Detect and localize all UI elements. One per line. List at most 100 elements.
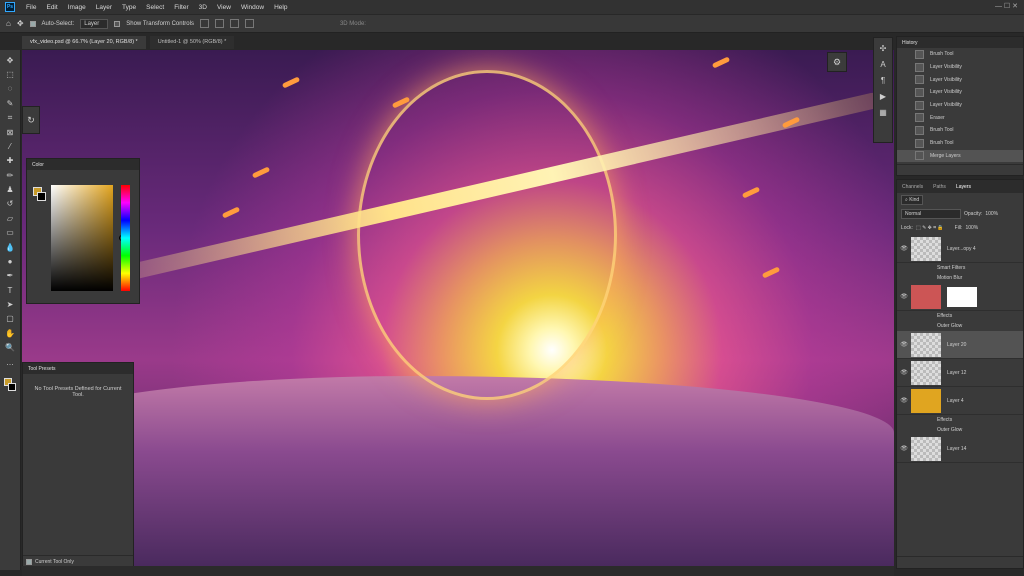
document-canvas[interactable] [22, 50, 894, 566]
layer-row[interactable]: 👁 [897, 283, 1023, 311]
effects-row[interactable]: Effects [897, 311, 1023, 321]
distribute-icon[interactable] [244, 19, 254, 28]
motion-blur-row[interactable]: Motion Blur [897, 273, 1023, 283]
history-item[interactable]: Layer Visibility [897, 61, 1023, 74]
pen-icon[interactable]: ✒ [4, 269, 17, 282]
gradient-icon[interactable]: ▭ [4, 226, 17, 239]
blend-mode-dropdown[interactable]: Normal [901, 209, 961, 219]
eraser-icon[interactable]: ▱ [4, 212, 17, 225]
layers-panel: Channels Paths Layers ⌕ Kind Normal Opac… [896, 179, 1024, 569]
eye-icon[interactable]: 👁 [897, 293, 911, 300]
blur-icon[interactable]: 💧 [4, 241, 17, 254]
opacity-value[interactable]: 100% [985, 211, 998, 217]
lock-icons[interactable]: ⬚ ✎ ✥ ⌗ 🔒 [916, 225, 944, 231]
menu-type[interactable]: Type [117, 4, 141, 11]
eyedropper-icon[interactable]: ⁄ [4, 140, 17, 153]
history-item[interactable]: Layer Visibility [897, 99, 1023, 112]
eye-icon[interactable]: 👁 [897, 445, 911, 452]
tab-layers[interactable]: Layers [951, 184, 976, 190]
layer-row[interactable]: 👁 Layer 4 [897, 387, 1023, 415]
menu-view[interactable]: View [212, 4, 236, 11]
menu-edit[interactable]: Edit [41, 4, 62, 11]
more-tools-icon[interactable]: … [4, 356, 17, 369]
auto-select-dropdown[interactable]: Layer [80, 18, 109, 29]
layer-row[interactable]: 👁 Layer 14 [897, 435, 1023, 463]
color-panel-background[interactable] [37, 192, 46, 201]
history-item[interactable]: Brush Tool [897, 124, 1023, 137]
history-item[interactable]: Brush Tool [897, 137, 1023, 150]
layer-row[interactable]: 👁 Layer...opy 4 [897, 235, 1023, 263]
menu-select[interactable]: Select [141, 4, 169, 11]
outer-glow-row[interactable]: Outer Glow [897, 425, 1023, 435]
current-tool-only-checkbox[interactable] [26, 558, 32, 565]
layer-row-selected[interactable]: 👁 Layer 20 [897, 331, 1023, 359]
swatches-icon[interactable]: ▦ [877, 106, 889, 118]
window-controls[interactable]: — ☐ ✕ [995, 2, 1018, 10]
move-icon[interactable]: ✥ [4, 54, 17, 67]
tab-paths[interactable]: Paths [928, 184, 951, 190]
menu-3d[interactable]: 3D [194, 4, 212, 11]
align-center-icon[interactable] [214, 19, 224, 28]
eye-icon[interactable]: 👁 [897, 245, 911, 252]
eraser-icon [915, 113, 924, 123]
layer-row[interactable]: 👁 Layer 12 [897, 359, 1023, 387]
smart-filters-row[interactable]: Smart Filters [897, 263, 1023, 273]
move-tool-icon[interactable]: ✥ [17, 19, 24, 28]
hand-icon[interactable]: ✋ [4, 327, 17, 340]
hue-slider[interactable] [121, 185, 130, 291]
menu-help[interactable]: Help [269, 4, 292, 11]
history-item[interactable]: Layer Visibility [897, 73, 1023, 86]
path-select-icon[interactable]: ➤ [4, 298, 17, 311]
tab-channels[interactable]: Channels [897, 184, 928, 190]
paragraph-icon[interactable]: ¶ [877, 74, 889, 86]
stamp-icon[interactable]: ♟ [4, 183, 17, 196]
lasso-icon[interactable]: ◌ [4, 82, 17, 95]
refresh-icon[interactable]: ↻ [27, 115, 35, 126]
eye-icon[interactable]: 👁 [897, 397, 911, 404]
effects-row[interactable]: Effects [897, 415, 1023, 425]
menu-layer[interactable]: Layer [91, 4, 117, 11]
menu-window[interactable]: Window [236, 4, 269, 11]
fill-value[interactable]: 100% [965, 225, 978, 231]
refresh-panel[interactable]: ↻ [22, 106, 40, 134]
history-item[interactable]: Brush Tool [897, 48, 1023, 61]
menu-filter[interactable]: Filter [169, 4, 193, 11]
transform-controls-checkbox[interactable] [114, 20, 121, 27]
eye-icon[interactable]: 👁 [897, 369, 911, 376]
tab-untitled[interactable]: Untitled-1 @ 50% (RGB/8) * [149, 36, 235, 49]
healing-icon[interactable]: ✚ [4, 154, 17, 167]
eye-icon[interactable]: 👁 [897, 341, 911, 348]
history-item[interactable]: Eraser [897, 111, 1023, 124]
saturation-brightness-field[interactable] [51, 185, 125, 291]
tab-vfx-video[interactable]: vfx_video.psd @ 66.7% (Layer 20, RGB/8) … [22, 36, 146, 49]
menu-image[interactable]: Image [63, 4, 91, 11]
layer-mask-thumbnail [947, 286, 977, 307]
zoom-icon[interactable]: 🔍 [4, 341, 17, 354]
kind-filter-dropdown[interactable]: ⌕ Kind [901, 195, 924, 205]
background-color-swatch[interactable] [8, 383, 16, 391]
crop-icon[interactable]: ⌗ [4, 111, 17, 124]
type-icon[interactable]: T [4, 284, 17, 297]
menu-file[interactable]: File [21, 4, 41, 11]
align-right-icon[interactable] [229, 19, 239, 28]
actions-play-icon[interactable]: ▶ [877, 90, 889, 102]
frame-icon[interactable]: ⊠ [4, 126, 17, 139]
brush-icon[interactable]: ✏ [4, 169, 17, 182]
character-icon[interactable]: A [877, 58, 889, 70]
dodge-icon[interactable]: ● [4, 255, 17, 268]
brush-settings-icon[interactable]: ✣ [877, 42, 889, 54]
quick-select-icon[interactable]: ✎ [4, 97, 17, 110]
layer-thumbnail [911, 332, 941, 357]
history-item[interactable]: Layer Visibility [897, 86, 1023, 99]
history-item-selected[interactable]: Merge Layers [897, 149, 1023, 163]
sliders-icon[interactable]: ⚙ [833, 57, 841, 68]
auto-select-checkbox[interactable] [29, 20, 36, 27]
history-brush-icon[interactable]: ↺ [4, 197, 17, 210]
menu-bar: Ps File Edit Image Layer Type Select Fil… [0, 0, 1024, 14]
properties-toggle[interactable]: ⚙ [827, 52, 847, 72]
outer-glow-row[interactable]: Outer Glow [897, 321, 1023, 331]
shape-icon[interactable]: ▢ [4, 312, 17, 325]
marquee-icon[interactable]: ⬚ [4, 68, 17, 81]
align-left-icon[interactable] [199, 19, 209, 28]
home-icon[interactable]: ⌂ [6, 19, 11, 28]
